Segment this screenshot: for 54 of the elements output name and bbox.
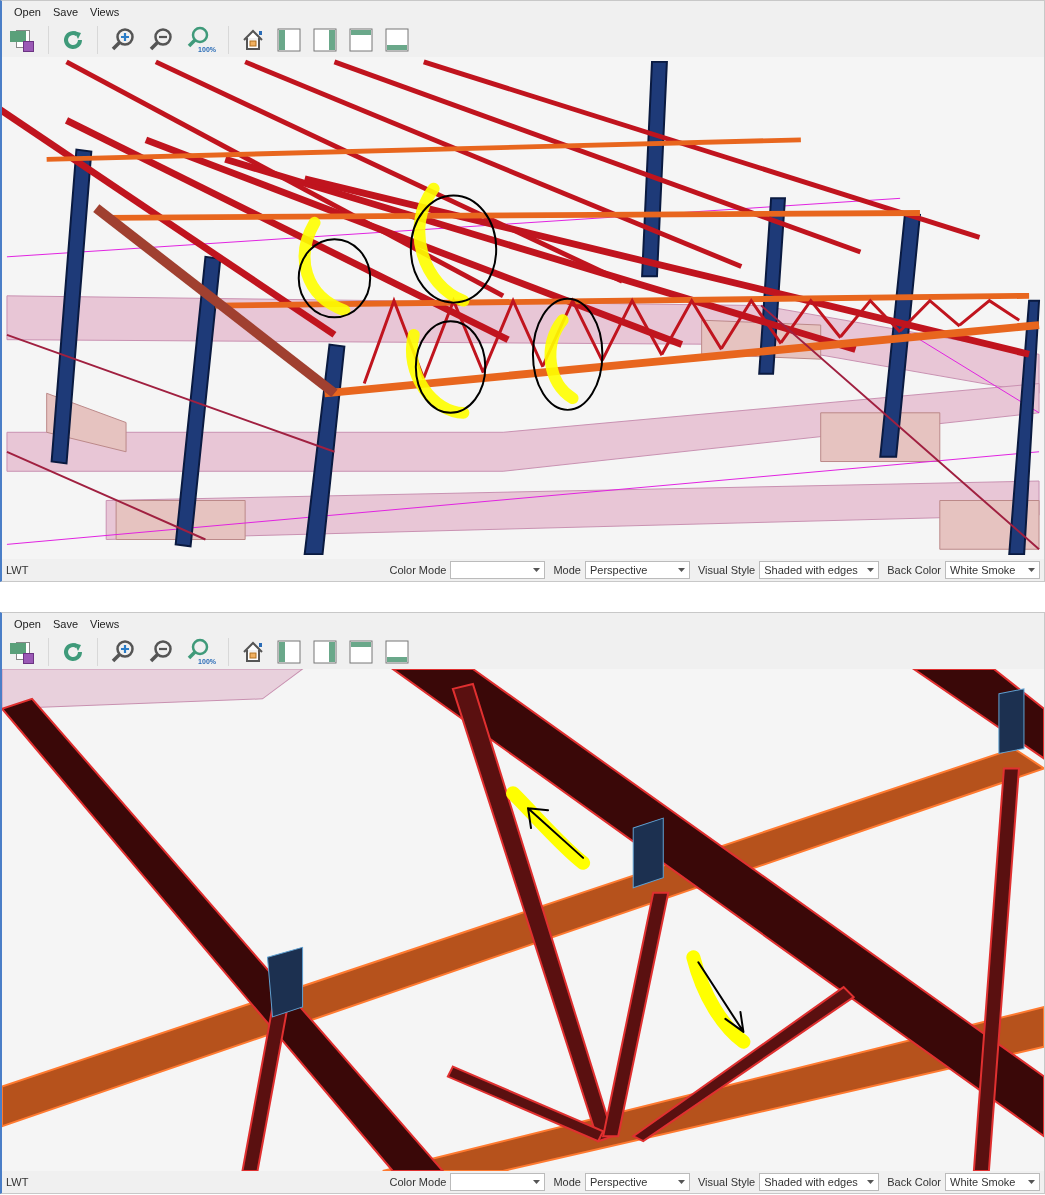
field-label: Back Color [887, 1174, 941, 1190]
image-save-icon[interactable] [10, 639, 36, 665]
caret-icon [1028, 1180, 1035, 1184]
dropdown-field[interactable]: White Smoke [945, 561, 1040, 579]
connection-plate [267, 946, 304, 1018]
caret-icon [677, 568, 685, 572]
field-label: Visual Style [697, 562, 756, 578]
zoom-fit-icon[interactable] [186, 26, 210, 48]
refresh-icon[interactable] [61, 640, 85, 664]
zoom-out-icon[interactable] [148, 27, 174, 53]
dock-bottom-icon[interactable] [385, 28, 409, 52]
zoom-fit-icon[interactable] [186, 638, 210, 660]
home-icon[interactable] [241, 28, 265, 52]
dock-bottom-icon[interactable] [385, 640, 409, 664]
field-label: Color Mode [389, 1174, 447, 1190]
menu-item[interactable]: Save [48, 615, 82, 633]
dropdown-field[interactable]: Shaded with edges [759, 561, 880, 579]
menu-item[interactable]: Save [48, 3, 82, 21]
dropdown-field[interactable] [450, 1173, 546, 1191]
dock-right-icon[interactable] [313, 640, 337, 664]
field-label: Mode [553, 562, 581, 578]
menu-item[interactable]: Views [86, 3, 124, 21]
field-label: Color Mode [389, 562, 447, 578]
dropdown-field[interactable]: Perspective [584, 1173, 690, 1191]
dropdown-field[interactable]: Shaded with edges [759, 1173, 880, 1191]
zoom-in-icon[interactable] [110, 27, 136, 53]
zoom-in-icon[interactable] [110, 639, 136, 665]
dock-left-icon[interactable] [277, 640, 301, 664]
field-label: Back Color [887, 562, 941, 578]
dropdown-field[interactable] [450, 561, 546, 579]
caret-icon [867, 568, 875, 572]
menu-item[interactable]: Open [10, 3, 45, 21]
dock-right-icon[interactable] [313, 28, 337, 52]
caret-icon [867, 1180, 875, 1184]
connection-plate [998, 688, 1025, 754]
caret-icon [533, 1180, 541, 1184]
status-label: LWT [6, 1174, 29, 1190]
caret-icon [677, 1180, 685, 1184]
dock-left-icon[interactable] [277, 28, 301, 52]
dropdown-field[interactable]: White Smoke [945, 1173, 1040, 1191]
field-label: Visual Style [697, 1174, 756, 1190]
image-save-icon[interactable] [10, 27, 36, 53]
dock-top-icon[interactable] [349, 28, 373, 52]
menu-item[interactable]: Open [10, 615, 45, 633]
caret-icon [1028, 568, 1035, 572]
home-icon[interactable] [241, 640, 265, 664]
status-label: LWT [6, 562, 29, 578]
caret-icon [533, 568, 541, 572]
menu-item[interactable]: Views [86, 615, 124, 633]
dropdown-field[interactable]: Perspective [584, 561, 690, 579]
refresh-icon[interactable] [61, 28, 85, 52]
field-label: Mode [553, 1174, 581, 1190]
dock-top-icon[interactable] [349, 640, 373, 664]
zoom-out-icon[interactable] [148, 639, 174, 665]
